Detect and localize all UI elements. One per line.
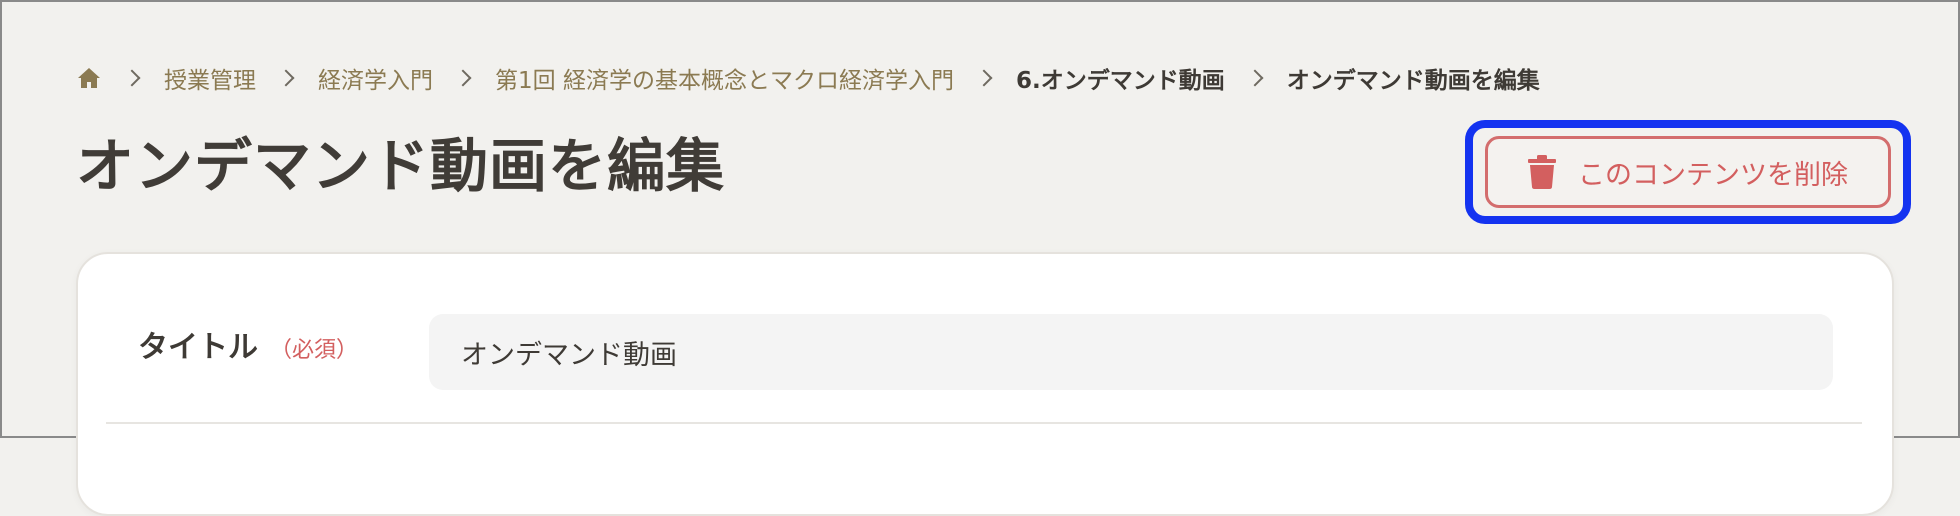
delete-content-button[interactable]: このコンテンツを削除 [1485, 136, 1891, 208]
breadcrumb: 授業管理 経済学入門 第1回 経済学の基本概念とマクロ経済学入門 6.オンデマン… [76, 60, 1540, 96]
chevron-right-icon [123, 69, 141, 87]
trash-icon [1528, 155, 1556, 189]
delete-content-label: このコンテンツを削除 [1578, 159, 1848, 191]
page-title: オンデマンド動画を編集 [76, 132, 726, 200]
title-field-label: タイトル （必須） [138, 322, 358, 366]
chevron-right-icon [1246, 69, 1264, 87]
breadcrumb-item-current: オンデマンド動画を編集 [1286, 68, 1540, 94]
form-divider [106, 422, 1862, 424]
breadcrumb-item-lesson[interactable]: 第1回 経済学の基本概念とマクロ経済学入門 [495, 61, 954, 95]
breadcrumb-item-course[interactable]: 経済学入門 [318, 61, 433, 95]
breadcrumb-item-course-management[interactable]: 授業管理 [164, 61, 256, 95]
title-input[interactable] [429, 314, 1833, 390]
home-icon[interactable] [76, 65, 102, 91]
edit-form-card: タイトル （必須） [76, 252, 1894, 516]
chevron-right-icon [975, 69, 993, 87]
chevron-right-icon [454, 69, 472, 87]
title-label-text: タイトル [138, 330, 258, 365]
required-badge: （必須） [270, 338, 359, 363]
chevron-right-icon [277, 69, 295, 87]
breadcrumb-item-content: 6.オンデマンド動画 [1015, 68, 1225, 94]
